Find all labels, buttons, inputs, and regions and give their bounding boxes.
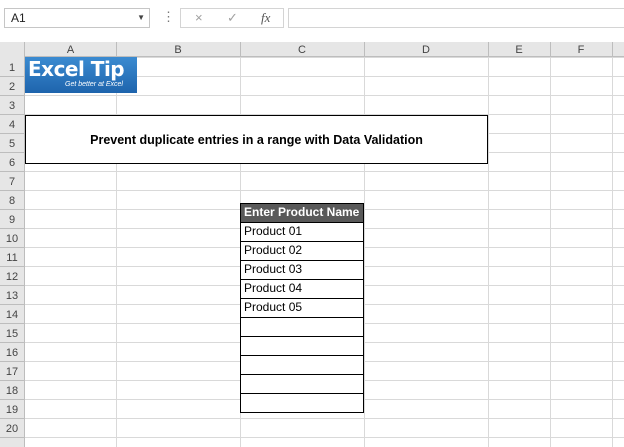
column-header-c[interactable]: C: [298, 44, 306, 56]
row-header[interactable]: 18: [6, 385, 18, 397]
table-cell[interactable]: [240, 336, 364, 355]
row-header[interactable]: 5: [9, 138, 15, 150]
row-header[interactable]: 16: [6, 347, 18, 359]
table-cell[interactable]: Product 05: [240, 298, 364, 317]
logo-tagline: Get better at Excel: [65, 81, 123, 88]
row-header[interactable]: 7: [9, 176, 15, 188]
row-header[interactable]: 17: [6, 366, 18, 378]
row-header[interactable]: 4: [9, 119, 15, 131]
column-header-a[interactable]: A: [67, 44, 75, 56]
row-header[interactable]: 13: [6, 290, 18, 302]
table-cell[interactable]: [240, 355, 364, 374]
row-header[interactable]: 9: [9, 214, 15, 226]
row-header[interactable]: 10: [6, 233, 18, 245]
product-table: Enter Product Name Product 01 Product 02 P…: [240, 203, 364, 413]
row-header[interactable]: 8: [9, 195, 15, 207]
logo-text: Excel Tip: [28, 57, 125, 81]
table-header-cell[interactable]: Enter Product Name: [240, 203, 364, 222]
page-title: Prevent duplicate entries in a range wit…: [90, 132, 423, 147]
row-header[interactable]: 12: [6, 271, 18, 283]
table-cell[interactable]: Product 03: [240, 260, 364, 279]
table-cell[interactable]: Product 04: [240, 279, 364, 298]
column-header-e[interactable]: E: [515, 44, 522, 56]
table-cell[interactable]: Product 01: [240, 222, 364, 241]
excel-tip-logo: Excel Tip Get better at Excel: [25, 57, 137, 93]
row-header[interactable]: 19: [6, 404, 18, 416]
table-cell[interactable]: Product 02: [240, 241, 364, 260]
row-header[interactable]: 15: [6, 328, 18, 340]
row-header[interactable]: 11: [6, 252, 17, 264]
column-header-b[interactable]: B: [174, 44, 181, 56]
row-header[interactable]: 2: [9, 81, 15, 93]
page-title-cell[interactable]: Prevent duplicate entries in a range wit…: [25, 115, 488, 164]
column-header-d[interactable]: D: [422, 44, 430, 56]
table-cell[interactable]: [240, 374, 364, 393]
table-cell[interactable]: [240, 317, 364, 336]
row-header[interactable]: 1: [9, 62, 15, 74]
row-header[interactable]: 3: [9, 100, 15, 112]
row-header[interactable]: 14: [6, 309, 18, 321]
column-header-f[interactable]: F: [578, 44, 585, 56]
row-header[interactable]: 20: [6, 423, 18, 435]
table-cell[interactable]: [240, 393, 364, 413]
row-header[interactable]: 6: [9, 157, 15, 169]
